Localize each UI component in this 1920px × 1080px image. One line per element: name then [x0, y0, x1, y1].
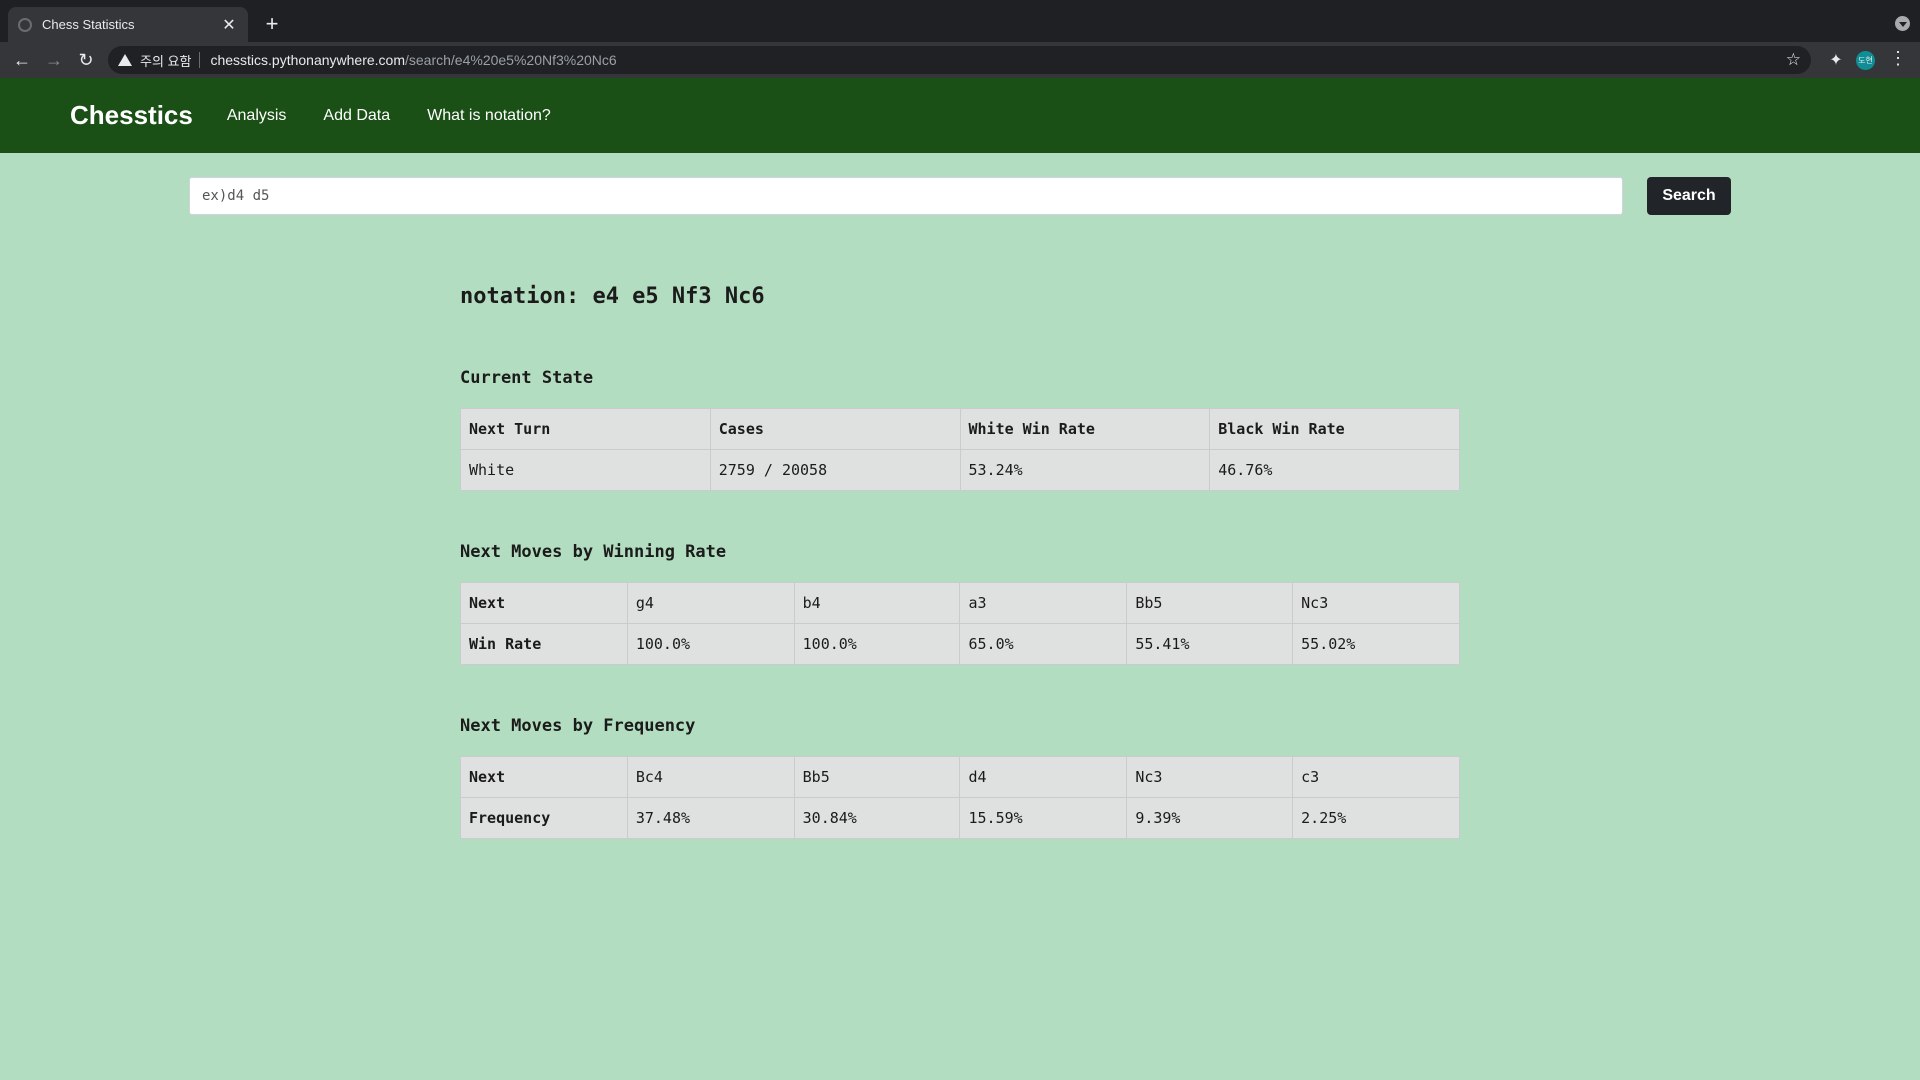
table-cell: 46.76%: [1209, 449, 1460, 491]
column-header: Black Win Rate: [1209, 408, 1460, 450]
back-icon[interactable]: ←: [6, 44, 38, 76]
row-header: Next: [460, 756, 628, 798]
nav-link-analysis[interactable]: Analysis: [227, 107, 287, 125]
close-icon[interactable]: ✕: [220, 15, 238, 35]
search-button[interactable]: Search: [1647, 177, 1731, 215]
table-cell: White: [460, 449, 711, 491]
bookmark-star-icon[interactable]: ☆: [1786, 50, 1801, 70]
table-cell: 2.25%: [1292, 797, 1460, 839]
site-navbar: Chesstics Analysis Add Data What is nota…: [0, 78, 1920, 153]
table-cell: Bb5: [1126, 582, 1294, 624]
winning-rate-table: Next g4 b4 a3 Bb5 Nc3 Win Rate 100.0% 10…: [460, 582, 1460, 665]
menu-icon[interactable]: ⋮: [1888, 48, 1908, 69]
current-state-title: Current State: [460, 368, 594, 388]
table-cell: 100.0%: [793, 623, 961, 665]
table-row: White 2759 / 20058 53.24% 46.76%: [460, 449, 1460, 491]
table-cell: c3: [1292, 756, 1460, 798]
table-cell: a3: [959, 582, 1128, 624]
table-cell: 2759 / 20058: [709, 449, 961, 491]
table-header-row: Next Turn Cases White Win Rate Black Win…: [460, 408, 1460, 450]
table-cell: Bb5: [793, 756, 961, 798]
brand-logo[interactable]: Chesstics: [70, 100, 193, 131]
tab-search-icon[interactable]: [1895, 16, 1910, 31]
extensions-icon[interactable]: ✦: [1826, 50, 1846, 70]
table-cell: 30.84%: [793, 797, 961, 839]
row-header: Win Rate: [460, 623, 628, 665]
frequency-title: Next Moves by Frequency: [460, 716, 696, 736]
new-tab-icon[interactable]: +: [260, 11, 284, 37]
table-cell: Nc3: [1126, 756, 1294, 798]
table-row: Next Bc4 Bb5 d4 Nc3 c3: [460, 756, 1460, 798]
table-row: Win Rate 100.0% 100.0% 65.0% 55.41% 55.0…: [460, 623, 1460, 665]
row-header: Frequency: [460, 797, 628, 839]
search-input[interactable]: [189, 177, 1623, 215]
table-cell: Nc3: [1292, 582, 1460, 624]
column-header: Next Turn: [460, 408, 711, 450]
column-header: White Win Rate: [959, 408, 1211, 450]
avatar[interactable]: 도현: [1856, 51, 1875, 70]
divider: [199, 52, 201, 68]
table-row: Frequency 37.48% 30.84% 15.59% 9.39% 2.2…: [460, 797, 1460, 839]
warning-icon: [118, 54, 132, 66]
table-row: Next g4 b4 a3 Bb5 Nc3: [460, 582, 1460, 624]
page-title: notation: e4 e5 Nf3 Nc6: [460, 284, 765, 309]
row-header: Next: [460, 582, 628, 624]
nav-link-what-is-notation[interactable]: What is notation?: [427, 107, 551, 125]
url-path: /search/e4%20e5%20Nf3%20Nc6: [405, 52, 617, 68]
current-state-table: Next Turn Cases White Win Rate Black Win…: [460, 408, 1460, 491]
table-cell: b4: [793, 582, 961, 624]
globe-icon: [18, 17, 32, 32]
table-cell: 100.0%: [626, 623, 795, 665]
tab-title: Chess Statistics: [42, 17, 135, 32]
browser-toolbar: ← → ↻ 주의 요함 chesstics.pythonanywhere.com…: [0, 42, 1920, 78]
frequency-table: Next Bc4 Bb5 d4 Nc3 c3 Frequency 37.48% …: [460, 756, 1460, 839]
table-cell: d4: [959, 756, 1128, 798]
browser-tab-strip: Chess Statistics ✕ +: [0, 0, 1920, 42]
nav-link-add-data[interactable]: Add Data: [323, 107, 390, 125]
address-bar[interactable]: 주의 요함 chesstics.pythonanywhere.com/searc…: [108, 46, 1811, 74]
table-cell: 53.24%: [959, 449, 1211, 491]
table-cell: 9.39%: [1126, 797, 1294, 839]
browser-tab[interactable]: Chess Statistics ✕: [8, 7, 248, 42]
table-cell: 15.59%: [959, 797, 1128, 839]
table-cell: 65.0%: [959, 623, 1128, 665]
forward-icon[interactable]: →: [38, 44, 70, 76]
table-cell: 37.48%: [626, 797, 795, 839]
column-header: Cases: [709, 408, 961, 450]
table-cell: 55.02%: [1292, 623, 1460, 665]
winning-rate-title: Next Moves by Winning Rate: [460, 542, 727, 562]
table-cell: g4: [626, 582, 795, 624]
url-host: chesstics.pythonanywhere.com: [210, 52, 405, 68]
table-cell: 55.41%: [1126, 623, 1294, 665]
security-label[interactable]: 주의 요함: [140, 51, 191, 70]
table-cell: Bc4: [626, 756, 795, 798]
reload-icon[interactable]: ↻: [70, 44, 102, 76]
